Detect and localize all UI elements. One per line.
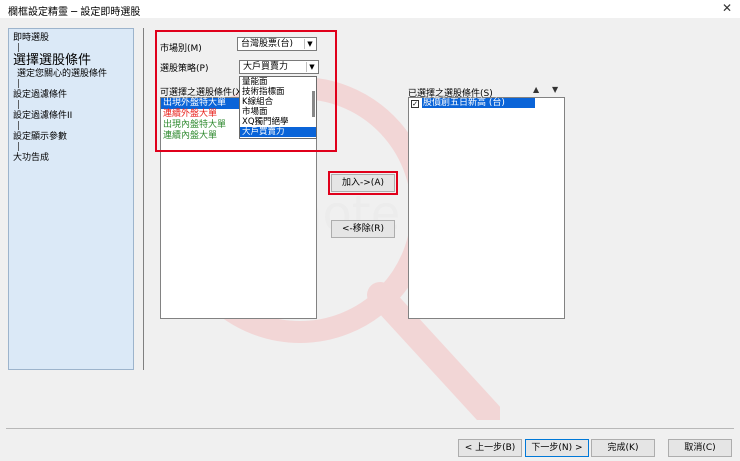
- close-icon[interactable]: ✕: [722, 1, 732, 15]
- checkbox[interactable]: ✓: [411, 100, 419, 108]
- finish-button[interactable]: 完成(K): [591, 439, 655, 457]
- panel-divider: [143, 28, 144, 370]
- remove-button[interactable]: <-移除(R): [331, 220, 395, 238]
- step-select-conditions-desc: 選定您關心的選股條件: [17, 69, 108, 79]
- window-title: 欄框設定精靈 ─ 設定即時選股: [8, 7, 141, 18]
- step-done: 大功告成: [13, 153, 50, 163]
- title-bar: 欄框設定精靈 ─ 設定即時選股 ✕: [0, 0, 740, 18]
- selected-conditions-list[interactable]: ✓ 股價創五日新高 (台): [408, 97, 565, 319]
- step-select-conditions: 選擇選股條件: [13, 53, 92, 68]
- move-up-icon[interactable]: ▲: [533, 85, 539, 94]
- highlight-box: [328, 171, 398, 195]
- next-button[interactable]: 下一步(N) >: [525, 439, 589, 457]
- cancel-button[interactable]: 取消(C): [668, 439, 732, 457]
- wizard-steps-panel: 即時選股 | 選擇選股條件 選定您關心的選股條件 | 設定過濾條件 | 設定過濾…: [8, 28, 134, 370]
- highlight-box: [155, 30, 337, 152]
- step-separator: |: [17, 100, 21, 110]
- back-button[interactable]: < 上一步(B): [458, 439, 522, 457]
- step-separator: |: [17, 121, 21, 131]
- step-display-params: 設定顯示參數: [13, 132, 68, 142]
- move-down-icon[interactable]: ▼: [552, 85, 558, 94]
- step-separator: |: [17, 79, 21, 89]
- step-filter-conditions: 設定過濾條件: [13, 90, 68, 100]
- step-separator: |: [17, 43, 21, 53]
- bottom-divider: [6, 428, 734, 429]
- step-filter-conditions-2: 設定過濾條件II: [13, 111, 73, 121]
- step-separator: |: [17, 142, 21, 152]
- step-instant-screening: 即時選股: [13, 33, 50, 43]
- list-item[interactable]: ✓ 股價創五日新高 (台): [409, 98, 564, 109]
